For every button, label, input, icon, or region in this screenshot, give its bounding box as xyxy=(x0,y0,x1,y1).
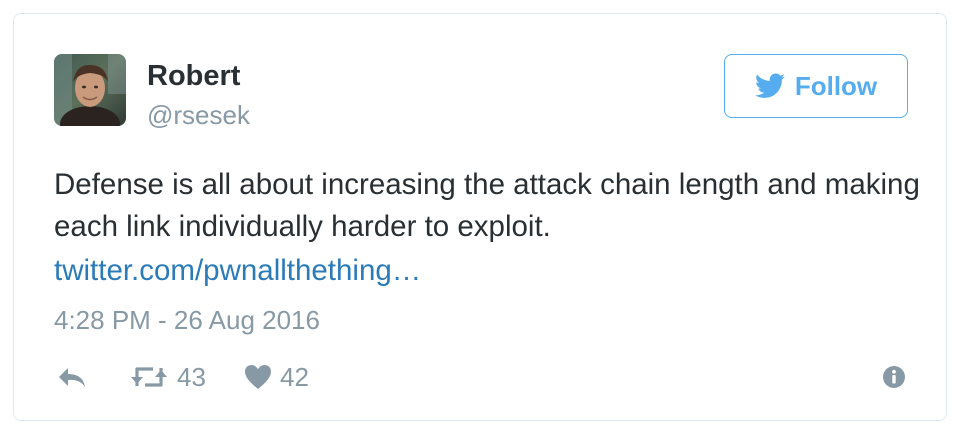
reply-icon xyxy=(56,365,88,389)
tweet-link[interactable]: twitter.com/pwnallthething… xyxy=(54,250,421,292)
like-count: 42 xyxy=(280,361,309,392)
reply-button[interactable] xyxy=(56,361,88,393)
info-icon xyxy=(882,365,906,389)
heart-icon xyxy=(244,364,272,390)
tweet-actions: 43 42 xyxy=(14,361,946,393)
tweet-timestamp[interactable]: 4:28 PM - 26 Aug 2016 xyxy=(54,304,320,336)
follow-button[interactable]: Follow xyxy=(724,54,908,118)
retweet-count: 43 xyxy=(177,361,206,392)
retweet-button[interactable]: 43 xyxy=(129,361,206,393)
tweet-text: Defense is all about increasing the atta… xyxy=(54,168,920,243)
avatar[interactable] xyxy=(54,54,126,126)
avatar-image xyxy=(54,54,126,126)
follow-label: Follow xyxy=(794,70,878,101)
retweet-icon xyxy=(129,364,169,390)
like-button[interactable]: 42 xyxy=(244,361,309,393)
author-handle[interactable]: @rsesek xyxy=(147,100,250,130)
info-button[interactable] xyxy=(882,361,906,393)
author-name[interactable]: Robert xyxy=(147,60,240,92)
tweet-card: Robert @rsesek Follow Defense is all abo… xyxy=(13,13,947,421)
twitter-bird-icon xyxy=(754,73,785,99)
